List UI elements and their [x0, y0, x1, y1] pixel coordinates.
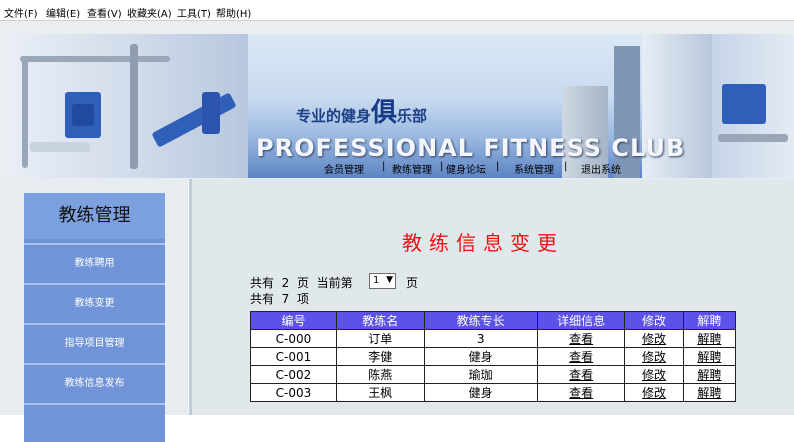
header-dismiss: 解聘 — [682, 311, 737, 330]
top-nav: 会员管理 | 教练管理 | 健身论坛 | 系统管理 | 退出系统 — [316, 157, 621, 177]
item-count-info: 共有 7 项 — [250, 292, 309, 306]
header-coach-name: 教练名 — [335, 311, 425, 330]
menu-favorites[interactable]: 收藏夹(A) — [127, 5, 172, 20]
banner-slogan: 专业的健身俱乐部 — [296, 98, 428, 128]
header-specialty: 教练专长 — [423, 311, 538, 330]
view-details-link[interactable]: 查看 — [536, 383, 626, 402]
edit-link[interactable]: 修改 — [624, 347, 684, 366]
cell-specialty: 健身 — [423, 347, 538, 366]
page-select[interactable]: 1 ▼ — [369, 273, 396, 289]
edit-link[interactable]: 修改 — [624, 329, 684, 348]
cell-id: C-002 — [250, 365, 337, 384]
table-row: C-003 王枫 健身 查看 修改 解聘 — [250, 383, 737, 402]
page-unit: 页 — [406, 276, 419, 290]
menu-file[interactable]: 文件(F) — [4, 5, 38, 20]
header-banner: 专业的健身俱乐部 PROFESSIONAL FITNESS CLUB 会员管理 … — [10, 34, 794, 178]
gym-equipment-image — [10, 34, 248, 178]
sidebar-item-empty — [24, 403, 165, 442]
nav-coach-management[interactable]: 教练管理 — [392, 161, 432, 176]
nav-system-management[interactable]: 系统管理 — [514, 161, 554, 176]
cell-id: C-003 — [250, 383, 337, 402]
cell-id: C-000 — [250, 329, 337, 348]
header-details: 详细信息 — [536, 311, 626, 330]
table-header-row: 编号 教练名 教练专长 详细信息 修改 解聘 — [250, 311, 737, 330]
sidebar-title: 教练管理 — [24, 193, 165, 239]
view-details-link[interactable]: 查看 — [536, 365, 626, 384]
cell-specialty: 健身 — [423, 383, 538, 402]
view-details-link[interactable]: 查看 — [536, 329, 626, 348]
pagination-info: 共有 2 页 当前第 — [250, 276, 353, 290]
nav-separator: | — [382, 161, 386, 172]
nav-logout[interactable]: 退出系统 — [581, 161, 621, 176]
main-content: 教练信息变更 共有 2 页 当前第 1 ▼ 页 共有 7 项 编号 教练名 教练… — [192, 179, 794, 415]
cell-id: C-001 — [250, 347, 337, 366]
browser-menu-bar: 文件(F) 编辑(E) 查看(V) 收藏夹(A) 工具(T) 帮助(H) — [0, 0, 794, 21]
header-id: 编号 — [250, 311, 337, 330]
menu-edit[interactable]: 编辑(E) — [46, 5, 80, 20]
cell-coach-name: 王枫 — [335, 383, 425, 402]
nav-separator: | — [564, 161, 568, 172]
edit-link[interactable]: 修改 — [624, 383, 684, 402]
edit-link[interactable]: 修改 — [624, 365, 684, 384]
cell-coach-name: 陈燕 — [335, 365, 425, 384]
sidebar-item-coach-change[interactable]: 教练变更 — [24, 283, 165, 322]
cell-specialty: 3 — [423, 329, 538, 348]
table-row: C-002 陈燕 瑜珈 查看 修改 解聘 — [250, 365, 737, 384]
table-row: C-000 订单 3 查看 修改 解聘 — [250, 329, 737, 348]
gym-equipment-image — [712, 34, 794, 178]
header-edit: 修改 — [624, 311, 684, 330]
menu-help[interactable]: 帮助(H) — [216, 5, 251, 20]
total-items: 7 — [281, 292, 290, 306]
nav-fitness-forum[interactable]: 健身论坛 — [446, 161, 486, 176]
coach-table: 编号 教练名 教练专长 详细信息 修改 解聘 C-000 订单 3 查看 修改 … — [250, 311, 737, 402]
dismiss-link[interactable]: 解聘 — [682, 329, 737, 348]
cell-specialty: 瑜珈 — [423, 365, 538, 384]
sidebar-item-coach-hire[interactable]: 教练聘用 — [24, 243, 165, 282]
menu-tools[interactable]: 工具(T) — [177, 5, 211, 20]
nav-member-management[interactable]: 会员管理 — [324, 161, 364, 176]
nav-separator: | — [496, 161, 500, 172]
left-column: 教练管理 教练聘用 教练变更 指导项目管理 教练信息发布 — [0, 179, 188, 442]
cell-coach-name: 订单 — [335, 329, 425, 348]
table-row: C-001 李健 健身 查看 修改 解聘 — [250, 347, 737, 366]
dismiss-link[interactable]: 解聘 — [682, 365, 737, 384]
page-body: 专业的健身俱乐部 PROFESSIONAL FITNESS CLUB 会员管理 … — [0, 21, 794, 442]
nav-separator: | — [440, 161, 444, 172]
dismiss-link[interactable]: 解聘 — [682, 347, 737, 366]
total-pages: 2 — [281, 276, 290, 290]
sidebar-item-program-management[interactable]: 指导项目管理 — [24, 323, 165, 362]
chevron-down-icon: ▼ — [386, 275, 393, 285]
sidebar-item-coach-info-publish[interactable]: 教练信息发布 — [24, 363, 165, 402]
menu-view[interactable]: 查看(V) — [87, 5, 122, 20]
cell-coach-name: 李健 — [335, 347, 425, 366]
page-title: 教练信息变更 — [402, 231, 564, 255]
dismiss-link[interactable]: 解聘 — [682, 383, 737, 402]
view-details-link[interactable]: 查看 — [536, 347, 626, 366]
sidebar: 教练管理 教练聘用 教练变更 指导项目管理 教练信息发布 — [24, 193, 165, 442]
